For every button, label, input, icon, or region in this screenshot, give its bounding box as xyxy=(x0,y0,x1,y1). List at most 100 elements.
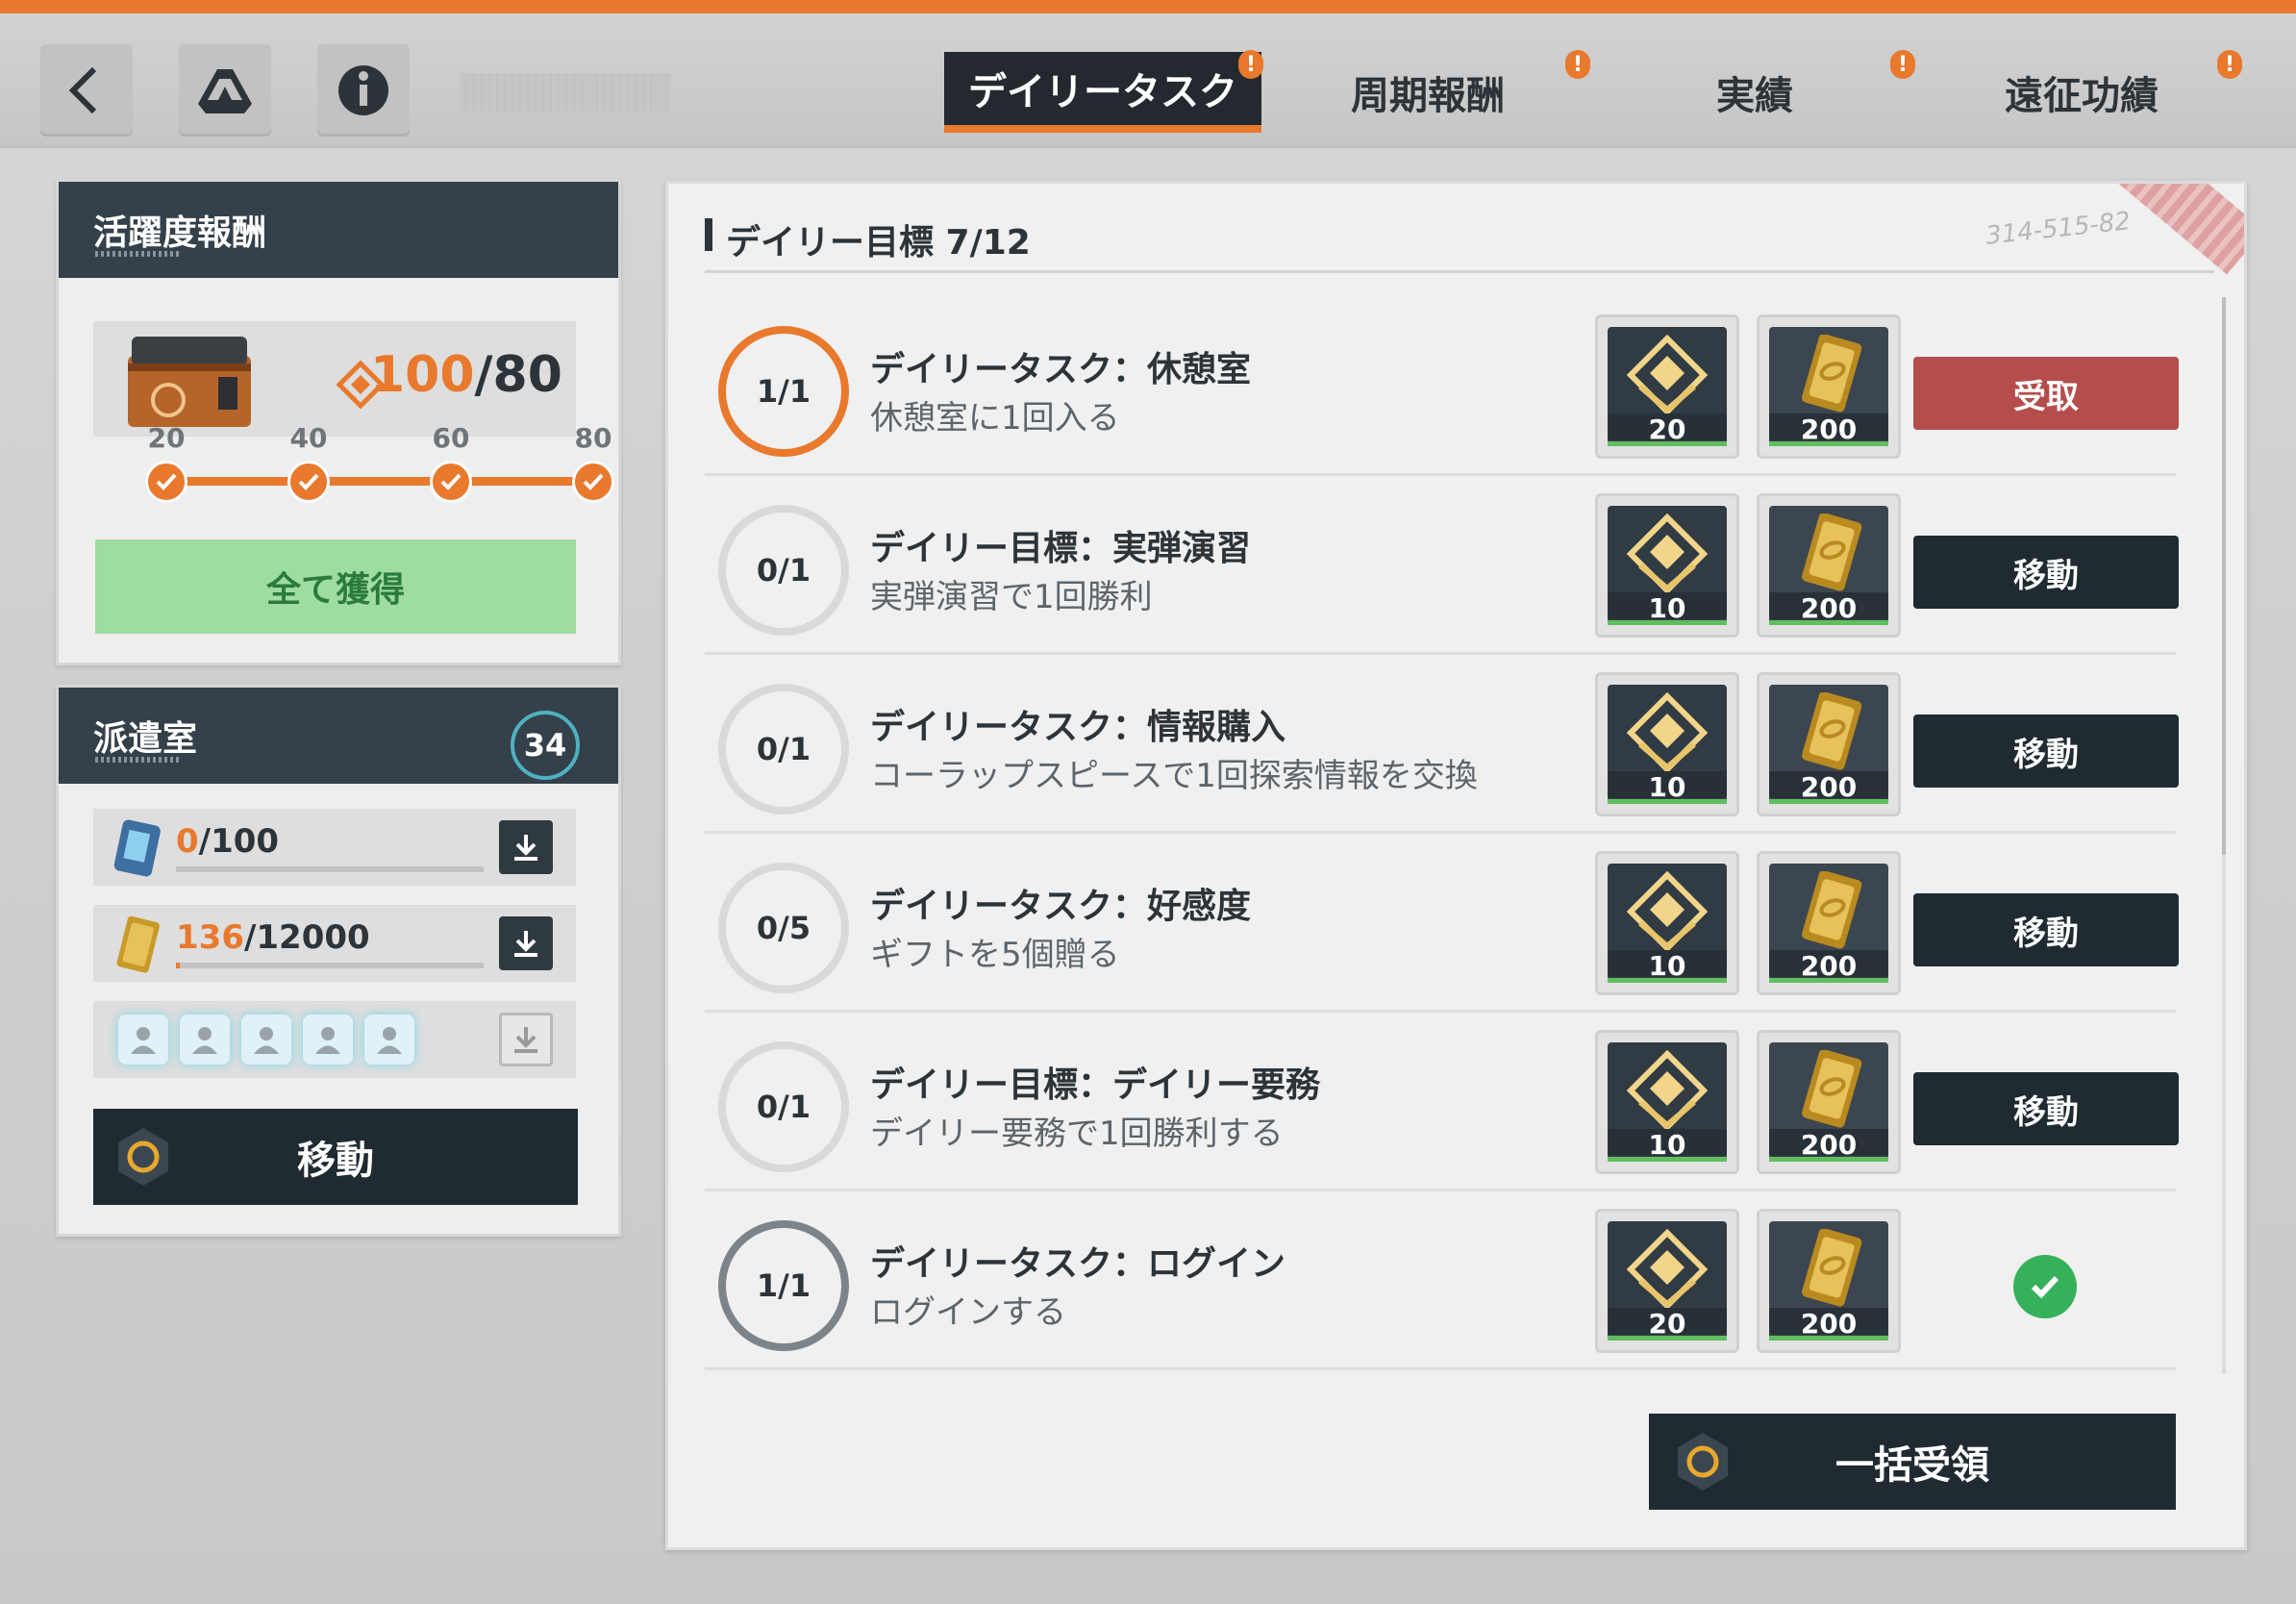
bulk-claim-label: 一括受領 xyxy=(1835,1443,1989,1488)
resource-max: /100 xyxy=(198,822,280,861)
squad-slot[interactable] xyxy=(303,1015,353,1065)
move-button[interactable]: 移動 xyxy=(1913,1072,2179,1145)
gold-bar-icon xyxy=(1802,1050,1862,1128)
move-label: 移動 xyxy=(297,1139,374,1183)
completed-check-icon xyxy=(2013,1255,2077,1318)
reward-activity-points[interactable]: 10 xyxy=(1595,493,1739,638)
gold-bar-icon xyxy=(1802,514,1862,591)
squad-slot[interactable] xyxy=(118,1015,168,1065)
serial-number: 314-515-82 xyxy=(1984,207,2133,251)
tab-periodic-reward[interactable]: 周期報酬 xyxy=(1308,52,1548,133)
hexagon-icon xyxy=(118,1128,168,1186)
milestone-label: 20 xyxy=(147,422,186,454)
collect-button[interactable] xyxy=(499,820,553,874)
drive-icon xyxy=(198,69,252,113)
collect-button-disabled[interactable] xyxy=(499,1013,553,1066)
tab-expedition-merits[interactable]: 遠征功績 xyxy=(1961,52,2202,133)
gold-bar-icon xyxy=(1802,692,1862,770)
reward-gold[interactable]: 200 xyxy=(1757,493,1901,638)
task-progress-ring: 0/1 xyxy=(718,684,849,815)
milestone-label: 80 xyxy=(574,422,612,454)
reward-amount: 10 xyxy=(1608,1129,1727,1162)
tab-achievements[interactable]: 実績 xyxy=(1635,52,1875,133)
panel-subline xyxy=(95,251,182,257)
reward-amount: 20 xyxy=(1608,1308,1727,1341)
activity-points-icon xyxy=(1626,1229,1709,1308)
tab-daily-task[interactable]: デイリータスク xyxy=(944,52,1261,133)
download-icon xyxy=(514,835,537,861)
tab-badge: ! xyxy=(1238,50,1263,79)
reward-amount: 20 xyxy=(1608,414,1727,446)
tab-label: 遠征功績 xyxy=(2005,74,2159,118)
reward-activity-points[interactable]: 20 xyxy=(1595,1209,1739,1353)
milestone-check[interactable] xyxy=(287,461,330,503)
tab-label: 周期報酬 xyxy=(1351,74,1505,118)
panel-header: 活躍度報酬 xyxy=(59,182,618,278)
reward-activity-points[interactable]: 20 xyxy=(1595,314,1739,459)
reward-gold[interactable]: 200 xyxy=(1757,1030,1901,1174)
info-icon xyxy=(338,65,388,115)
task-description: コーラップスピースで1回探索情報を交換 xyxy=(870,757,1478,795)
header-decoration xyxy=(460,73,671,112)
reward-gold[interactable]: 200 xyxy=(1757,851,1901,995)
info-button[interactable] xyxy=(317,44,410,137)
reward-activity-points[interactable]: 10 xyxy=(1595,1030,1739,1174)
reward-gold[interactable]: 200 xyxy=(1757,314,1901,459)
resource-row: 136/12000 xyxy=(93,905,576,982)
resource-progress-fill xyxy=(176,963,180,968)
reward-gold[interactable]: 200 xyxy=(1757,1209,1901,1353)
tab-badge: ! xyxy=(1890,50,1915,79)
download-icon xyxy=(514,1027,537,1053)
drive-button[interactable] xyxy=(179,44,271,137)
move-button[interactable]: 移動 xyxy=(1913,714,2179,788)
squad-slot[interactable] xyxy=(241,1015,291,1065)
milestone-progress-bar xyxy=(166,477,587,486)
person-icon xyxy=(254,1027,279,1054)
reward-activity-points[interactable]: 10 xyxy=(1595,851,1739,995)
person-icon xyxy=(377,1027,402,1054)
task-progress-ring: 1/1 xyxy=(718,326,849,457)
activity-points-icon xyxy=(1626,514,1709,592)
activity-value: 100/80 xyxy=(370,346,562,404)
squad-slot[interactable] xyxy=(364,1015,414,1065)
collect-button[interactable] xyxy=(499,916,553,970)
activity-reward-panel: 活躍度報酬 100/80 20 40 60 80 全て獲得 xyxy=(56,179,621,665)
reward-activity-points[interactable]: 10 xyxy=(1595,672,1739,816)
dispatch-count-badge: 34 xyxy=(511,711,580,780)
header: デイリータスク ! 周期報酬 ! 実績 ! 遠征功績 ! xyxy=(0,13,2296,148)
squad-slot[interactable] xyxy=(180,1015,230,1065)
hexagon-icon xyxy=(1678,1433,1728,1491)
back-button[interactable] xyxy=(40,44,133,137)
claim-button[interactable]: 受取 xyxy=(1913,357,2179,430)
check-icon xyxy=(156,473,177,490)
reward-gold[interactable]: 200 xyxy=(1757,672,1901,816)
move-button[interactable]: 移動 xyxy=(1913,536,2179,609)
gold-bar-icon xyxy=(116,915,160,973)
reward-amount: 200 xyxy=(1769,950,1888,983)
tab-badge: ! xyxy=(2217,50,2242,79)
bulk-claim-button[interactable]: 一括受領 xyxy=(1649,1414,2176,1510)
milestone-check[interactable] xyxy=(145,461,187,503)
reward-amount: 200 xyxy=(1769,771,1888,804)
activity-points-icon xyxy=(1626,335,1709,414)
chest-icon[interactable] xyxy=(122,331,257,432)
task-progress-ring: 0/5 xyxy=(718,863,849,993)
task-title: デイリータスク：休憩室 xyxy=(870,350,1252,389)
squad-slots-row xyxy=(93,1001,576,1078)
daily-goal-header: デイリー目標 7/12 xyxy=(705,214,1031,264)
task-title: デイリータスク：ログイン xyxy=(870,1244,1286,1284)
dispatch-move-button[interactable]: 移動 xyxy=(93,1109,578,1205)
dispatch-room-panel: 派遣室 34 0/100 136/12000 移動 xyxy=(56,685,621,1237)
task-row: 1/1 デイリータスク：休憩室 休憩室に1回入る 20 200 受取 xyxy=(705,297,2179,476)
check-icon xyxy=(298,473,319,490)
milestone-check[interactable] xyxy=(572,461,614,503)
task-title: デイリー目標：実弾演習 xyxy=(870,529,1252,568)
task-title: デイリータスク：好感度 xyxy=(870,887,1252,926)
scrollbar-thumb[interactable] xyxy=(2222,297,2226,855)
milestone-check[interactable] xyxy=(430,461,472,503)
resource-progress xyxy=(176,866,484,872)
move-button[interactable]: 移動 xyxy=(1913,893,2179,966)
claim-all-button[interactable]: 全て獲得 xyxy=(95,539,576,634)
reward-amount: 200 xyxy=(1769,1308,1888,1341)
task-row: 1/1 デイリータスク：ログイン ログインする 20 200 xyxy=(705,1191,2176,1370)
